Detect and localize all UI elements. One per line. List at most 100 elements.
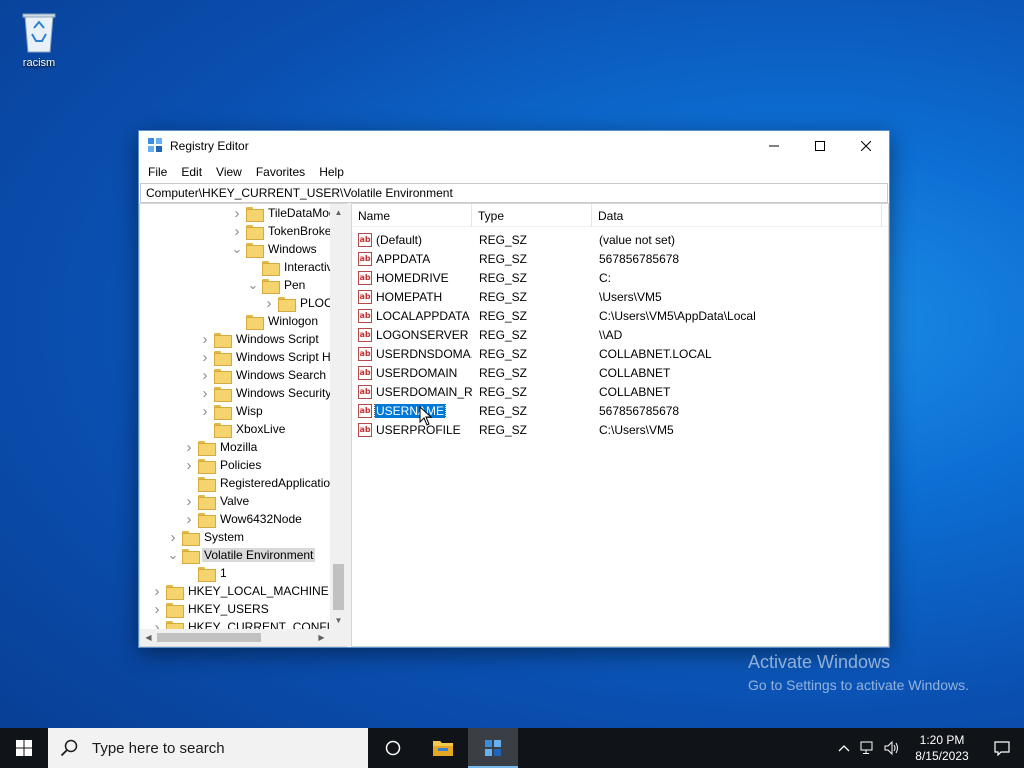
chevron-down-icon[interactable]: ⌄ — [166, 546, 180, 564]
value-name[interactable]: LOCALAPPDATA — [375, 309, 471, 323]
action-center-button[interactable] — [980, 740, 1024, 756]
registry-tree[interactable]: › TileDataMod › TokenBroker ⌄ Windows Interact… — [139, 203, 347, 647]
menu-file[interactable]: File — [141, 165, 174, 179]
tree-node-label[interactable]: Interactiv — [282, 260, 335, 274]
taskbar-clock[interactable]: 1:20 PM 8/15/2023 — [904, 732, 980, 764]
value-row[interactable]: ab (Default) REG_SZ (value not set) — [352, 230, 888, 249]
menu-help[interactable]: Help — [312, 165, 351, 179]
value-row[interactable]: ab LOCALAPPDATA REG_SZ C:\Users\VM5\AppData… — [352, 306, 888, 325]
value-name[interactable]: LOGONSERVER — [375, 328, 469, 342]
address-bar[interactable]: Computer\HKEY_CURRENT_USER\Volatile Envi… — [140, 183, 888, 203]
address-path[interactable]: Computer\HKEY_CURRENT_USER\Volatile Envi… — [146, 186, 453, 200]
chevron-right-icon[interactable]: › — [198, 330, 212, 348]
chevron-right-icon[interactable]: › — [182, 438, 196, 456]
value-name[interactable]: USERDOMAIN — [375, 366, 458, 380]
scroll-right-icon[interactable]: ▶ — [313, 629, 330, 646]
chevron-right-icon[interactable]: › — [198, 384, 212, 402]
value-name[interactable]: HOMEPATH — [375, 290, 443, 304]
tree-node-label[interactable]: TokenBroker — [266, 224, 337, 238]
task-view-button[interactable] — [368, 728, 418, 768]
chevron-right-icon[interactable]: › — [230, 204, 244, 222]
tree-node[interactable]: › Windows Script Ho — [198, 348, 339, 366]
value-name[interactable]: HOMEDRIVE — [375, 271, 450, 285]
network-button[interactable] — [856, 741, 880, 755]
tree-node-label[interactable]: System — [202, 530, 246, 544]
tree-node[interactable]: › PLOC — [262, 294, 335, 312]
value-name[interactable]: USERDOMAIN_R... — [375, 385, 472, 399]
start-button[interactable] — [0, 728, 48, 768]
minimize-button[interactable] — [751, 131, 797, 161]
scroll-down-icon[interactable]: ▼ — [330, 612, 347, 629]
value-name[interactable]: USERDNSDOMA... — [375, 347, 472, 361]
chevron-right-icon[interactable]: › — [182, 492, 196, 510]
tree-node-label[interactable]: TileDataMod — [266, 206, 338, 220]
tree-node[interactable]: › Wow6432Node — [182, 510, 304, 528]
tree-node[interactable]: RegisteredApplication — [182, 474, 339, 492]
close-button[interactable] — [843, 131, 889, 161]
value-name[interactable]: APPDATA — [375, 252, 431, 266]
tree-node[interactable]: 1 — [182, 564, 229, 582]
tree-node[interactable]: › TileDataMod — [230, 204, 338, 222]
value-row[interactable]: ab APPDATA REG_SZ 567856785678 — [352, 249, 888, 268]
value-row[interactable]: abUSERDOMAIN_R... REG_SZ COLLABNET — [352, 382, 888, 401]
taskbar-search-box[interactable]: Type here to search — [48, 728, 368, 768]
column-header-name[interactable]: Name — [352, 204, 472, 227]
value-name[interactable]: USERNAME — [373, 403, 447, 418]
tree-node[interactable]: Interactiv — [246, 258, 335, 276]
value-row[interactable]: ab HOMEDRIVE REG_SZ C: — [352, 268, 888, 287]
tree-node-label[interactable]: Volatile Environment — [202, 548, 316, 562]
chevron-down-icon[interactable]: ⌄ — [230, 240, 244, 258]
chevron-right-icon[interactable]: › — [262, 294, 276, 312]
file-explorer-button[interactable] — [418, 728, 468, 768]
title-bar[interactable]: Registry Editor — [139, 131, 889, 161]
tree-node-label[interactable]: Windows Search — [234, 368, 328, 382]
tree-node[interactable]: › Policies — [182, 456, 263, 474]
registry-editor-taskbar-button[interactable] — [468, 728, 518, 768]
tree-node[interactable]: › Mozilla — [182, 438, 259, 456]
chevron-right-icon[interactable]: › — [230, 222, 244, 240]
column-header-data[interactable]: Data — [592, 204, 882, 227]
chevron-right-icon[interactable]: › — [182, 456, 196, 474]
tree-node[interactable]: XboxLive — [198, 420, 287, 438]
value-row[interactable]: ab USERDNSDOMA... REG_SZ COLLABNET.LOCAL — [352, 344, 888, 363]
tree-node-label[interactable]: Windows Security — [234, 386, 333, 400]
tree-node-label[interactable]: Valve — [218, 494, 251, 508]
tree-horizontal-scrollbar[interactable]: ◀ ▶ — [140, 629, 330, 646]
tree-node-label[interactable]: Windows — [266, 242, 319, 256]
tree-node[interactable]: › HKEY_USERS — [150, 600, 271, 618]
maximize-button[interactable] — [797, 131, 843, 161]
chevron-right-icon[interactable]: › — [150, 582, 164, 600]
tree-node-label[interactable]: Wisp — [234, 404, 265, 418]
tree-node[interactable]: › Windows Script — [198, 330, 321, 348]
chevron-right-icon[interactable]: › — [198, 348, 212, 366]
menu-edit[interactable]: Edit — [174, 165, 209, 179]
show-hidden-icons-button[interactable] — [832, 744, 856, 752]
tree-node[interactable]: › Wisp — [198, 402, 265, 420]
chevron-down-icon[interactable]: ⌄ — [246, 276, 260, 294]
tree-node-label[interactable]: Policies — [218, 458, 263, 472]
value-row[interactable]: ab USERDOMAIN REG_SZ COLLABNET — [352, 363, 888, 382]
menu-favorites[interactable]: Favorites — [249, 165, 312, 179]
tree-hscroll-thumb[interactable] — [157, 633, 261, 642]
chevron-right-icon[interactable]: › — [198, 366, 212, 384]
tree-node[interactable]: › HKEY_LOCAL_MACHINE — [150, 582, 331, 600]
tree-node-label[interactable]: Winlogon — [266, 314, 320, 328]
tree-node-label[interactable]: RegisteredApplication — [218, 476, 339, 490]
tree-node-label[interactable]: HKEY_LOCAL_MACHINE — [186, 584, 331, 598]
chevron-right-icon[interactable]: › — [166, 528, 180, 546]
column-header-type[interactable]: Type — [472, 204, 592, 227]
value-name[interactable]: (Default) — [375, 233, 423, 247]
tree-node-label[interactable]: Wow6432Node — [218, 512, 304, 526]
scroll-left-icon[interactable]: ◀ — [140, 629, 157, 646]
value-row[interactable]: ab HOMEPATH REG_SZ \Users\VM5 — [352, 287, 888, 306]
tree-node[interactable]: ⌄ Pen — [246, 276, 307, 294]
tree-node[interactable]: ⌄ Volatile Environment — [166, 546, 316, 564]
chevron-right-icon[interactable]: › — [182, 510, 196, 528]
chevron-right-icon[interactable]: › — [198, 402, 212, 420]
scroll-up-icon[interactable]: ▲ — [330, 204, 347, 221]
chevron-right-icon[interactable]: › — [150, 600, 164, 618]
tree-node[interactable]: › System — [166, 528, 246, 546]
menu-view[interactable]: View — [209, 165, 249, 179]
tree-node-label[interactable]: HKEY_USERS — [186, 602, 271, 616]
tree-node[interactable]: › Windows Search — [198, 366, 328, 384]
